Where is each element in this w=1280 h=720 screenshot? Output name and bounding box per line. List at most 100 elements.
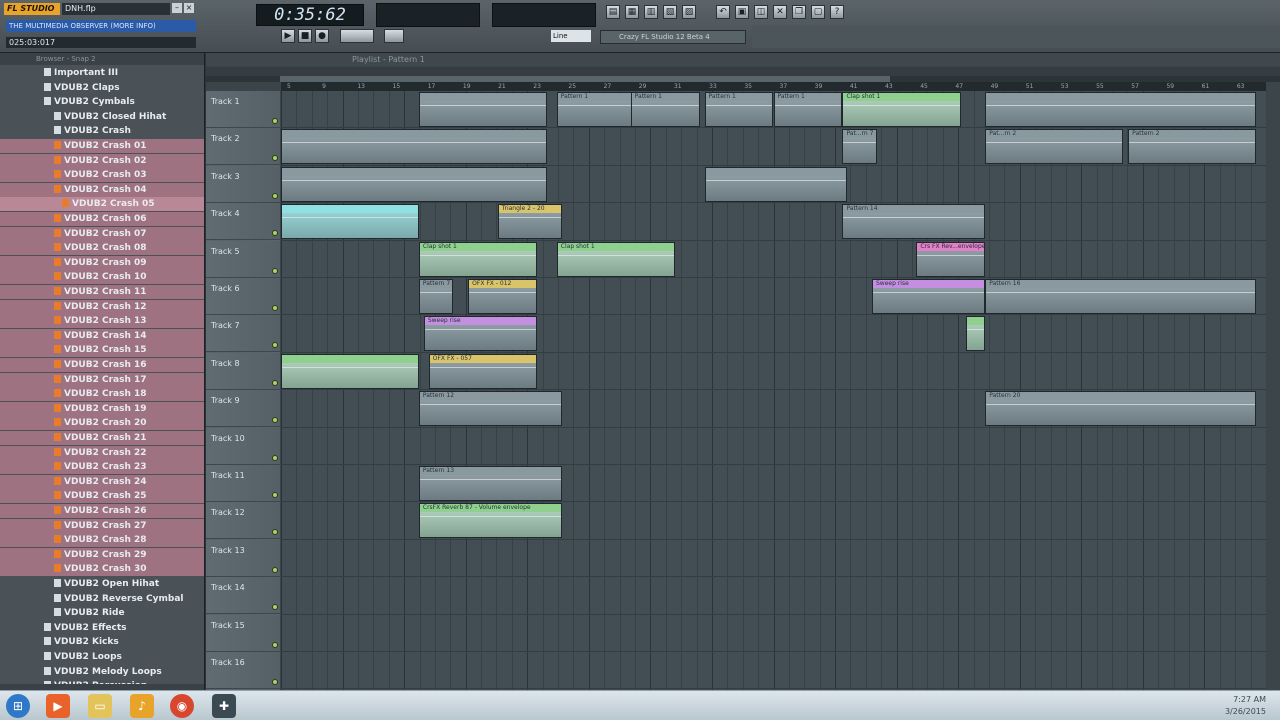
playlist-clip[interactable]: Pat...rn 7 xyxy=(842,129,877,165)
track-header[interactable]: Track 4 xyxy=(206,203,280,241)
browser-item[interactable]: VDUB2 Crash 07 xyxy=(0,226,204,241)
browser-item[interactable]: VDUB2 Crash 24 xyxy=(0,474,204,489)
playlist-clip[interactable]: Sweep rise xyxy=(423,316,538,352)
browser-item[interactable]: VDUB2 Claps xyxy=(0,81,204,95)
playlist-clip[interactable] xyxy=(985,92,1257,127)
playlist-clip[interactable]: Sweep rise xyxy=(872,279,986,314)
browser-item[interactable]: VDUB2 Crash 20 xyxy=(0,416,204,431)
playlist-clip[interactable] xyxy=(281,166,547,202)
save-icon[interactable]: ▣ xyxy=(735,5,749,19)
browser-icon[interactable]: ▨ xyxy=(682,5,696,19)
fl-studio-icon[interactable]: ♪ xyxy=(130,694,154,718)
close-button[interactable]: × xyxy=(184,3,194,13)
playlist-clip[interactable]: Pat...rn 2 xyxy=(985,129,1124,165)
track-mute-led[interactable] xyxy=(272,566,278,573)
browser-item[interactable]: VDUB2 Reverse Cymbal xyxy=(0,592,204,606)
playlist-clip[interactable] xyxy=(418,92,547,127)
browser-item[interactable]: VDUB2 Melody Loops xyxy=(0,665,204,679)
playlist-clip[interactable]: Pattern 1 xyxy=(556,92,636,127)
pattern-selector[interactable]: Crazy FL Studio 12 Beta 4 xyxy=(600,30,746,44)
folder-icon[interactable]: ▭ xyxy=(88,694,112,718)
track-header[interactable]: Track 13 xyxy=(206,539,280,577)
browser-item[interactable]: VDUB2 Cymbals xyxy=(0,95,204,109)
browser-item[interactable]: VDUB2 Crash 14 xyxy=(0,328,204,343)
browser-item[interactable]: VDUB2 Crash 29 xyxy=(0,547,204,562)
track-mute-led[interactable] xyxy=(272,342,278,349)
browser-item[interactable]: VDUB2 Effects xyxy=(0,621,204,635)
browser-item[interactable]: VDUB2 Ride xyxy=(0,606,204,620)
playlist-clip[interactable]: OFX FX - 012 xyxy=(468,279,538,314)
playlist-clip[interactable]: Triangle 2 - 20 xyxy=(497,204,562,240)
browser-item[interactable]: VDUB2 Crash 28 xyxy=(0,533,204,548)
track-header[interactable]: Track 5 xyxy=(206,240,280,278)
playlist-clip[interactable]: Pattern 7 xyxy=(418,279,454,314)
minimize-button[interactable]: – xyxy=(172,3,182,13)
playlist-clip[interactable]: Clap shot 1 xyxy=(842,92,961,127)
track-mute-led[interactable] xyxy=(272,454,278,461)
track-header[interactable]: Track 1 xyxy=(206,91,280,128)
browser-item[interactable]: VDUB2 Crash 04 xyxy=(0,182,204,197)
track-header[interactable]: Track 8 xyxy=(206,352,280,390)
media-player-icon[interactable]: ▶ xyxy=(46,694,70,718)
track-mute-led[interactable] xyxy=(272,155,278,162)
track-mute-led[interactable] xyxy=(272,267,278,274)
track-header[interactable]: Track 14 xyxy=(206,577,280,615)
cut-icon[interactable]: ✕ xyxy=(773,5,787,19)
track-header[interactable]: Track 10 xyxy=(206,427,280,465)
playlist-clip[interactable]: Pattern 1 xyxy=(704,92,774,127)
playlist-clip[interactable] xyxy=(281,353,419,389)
playlist-icon[interactable]: ▤ xyxy=(606,5,620,19)
track-header[interactable]: Track 15 xyxy=(206,614,280,652)
playlist-clip[interactable]: Pattern 14 xyxy=(842,204,986,240)
track-mute-led[interactable] xyxy=(272,492,278,498)
copy-icon[interactable]: ❐ xyxy=(792,5,806,19)
track-mute-led[interactable] xyxy=(272,379,278,386)
track-header[interactable]: Track 9 xyxy=(206,390,280,428)
playlist-clip[interactable]: Pattern 13 xyxy=(418,466,562,501)
vertical-scrollbar[interactable] xyxy=(1268,82,1280,690)
track-header[interactable]: Track 12 xyxy=(206,502,280,540)
browser-item[interactable]: VDUB2 Crash 02 xyxy=(0,153,204,168)
arrangement-grid[interactable]: Pattern 1 Pattern 1 Pattern 1 Pattern 1 Clap… xyxy=(281,91,1266,690)
browser-item[interactable]: VDUB2 Crash 17 xyxy=(0,372,204,387)
browser-item[interactable]: VDUB2 Crash 13 xyxy=(0,314,204,329)
browser-item[interactable]: VDUB2 Crash 18 xyxy=(0,387,204,402)
playlist-clip[interactable] xyxy=(704,166,848,202)
playlist-clip[interactable]: Pattern 1 xyxy=(630,92,700,127)
playlist-clip[interactable]: Pattern 2 xyxy=(1128,129,1257,165)
playlist-clip[interactable]: OFX FX - 057 xyxy=(428,353,538,389)
browser-item[interactable]: VDUB2 Crash 26 xyxy=(0,504,204,518)
browser-item[interactable]: VDUB2 Crash 19 xyxy=(0,401,204,416)
track-mute-led[interactable] xyxy=(272,529,278,536)
channel-rack-icon[interactable]: ▥ xyxy=(644,5,658,19)
track-header[interactable]: Track 7 xyxy=(206,315,280,353)
tempo-button[interactable] xyxy=(340,29,374,43)
pattern-button[interactable] xyxy=(384,29,404,43)
browser-item[interactable]: VDUB2 Closed Hihat xyxy=(0,110,204,124)
browser-item[interactable]: VDUB2 Crash 08 xyxy=(0,241,204,256)
playlist-clip[interactable]: Clap shot 1 xyxy=(418,241,538,277)
browser-item[interactable]: VDUB2 Loops xyxy=(0,650,204,664)
track-mute-led[interactable] xyxy=(272,305,278,311)
timeline-ruler[interactable]: 5 9 13 15 17 19 21 23 25 27 29 31 33 35 37 39 41 43 45 47 49… xyxy=(281,82,1266,91)
browser-item[interactable]: VDUB2 Crash 22 xyxy=(0,445,204,460)
playlist-clip[interactable]: Crs FX Rev...envelope xyxy=(916,241,986,277)
render-icon[interactable]: ◫ xyxy=(754,5,768,19)
mixer-icon[interactable]: ▧ xyxy=(663,5,677,19)
stop-button[interactable]: ■ xyxy=(298,29,312,43)
browser-item[interactable]: VDUB2 Crash 27 xyxy=(0,518,204,533)
app-icon[interactable]: ✚ xyxy=(212,694,236,718)
track-mute-led[interactable] xyxy=(272,604,278,611)
track-mute-led[interactable] xyxy=(272,230,278,237)
playlist-clip[interactable]: Pattern 20 xyxy=(985,391,1257,427)
browser-item[interactable]: VDUB2 Crash 01 xyxy=(0,139,204,153)
browser-item[interactable]: VDUB2 Crash 11 xyxy=(0,285,204,299)
track-mute-led[interactable] xyxy=(272,641,278,648)
browser-item[interactable]: VDUB2 Crash xyxy=(0,124,204,138)
track-mute-led[interactable] xyxy=(272,118,278,124)
track-header[interactable]: Track 11 xyxy=(206,465,280,502)
playlist-clip[interactable]: Clap shot 1 xyxy=(556,241,675,277)
record-button[interactable]: ● xyxy=(315,29,329,43)
browser-item[interactable]: VDUB2 Crash 30 xyxy=(0,562,204,577)
browser-item[interactable]: Important III xyxy=(0,66,204,80)
